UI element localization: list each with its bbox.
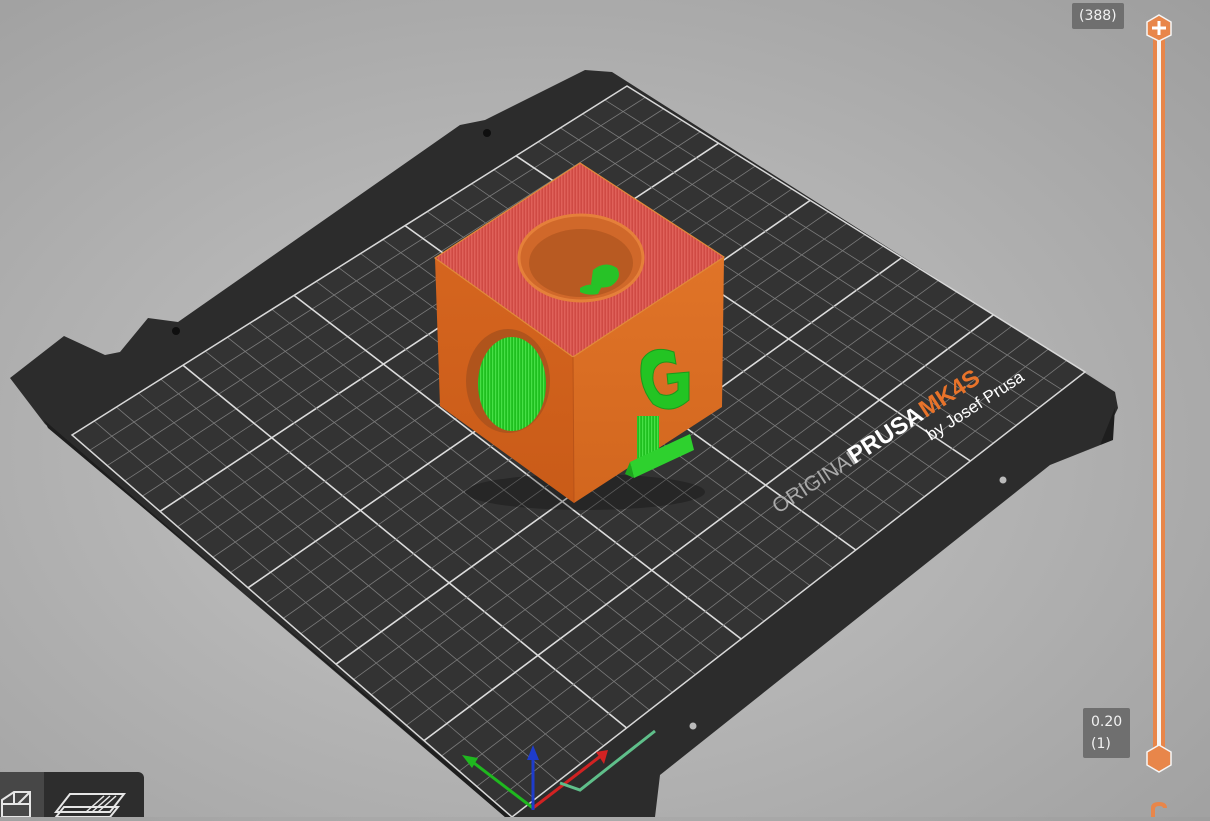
layer-plane-icon <box>53 793 127 818</box>
3d-viewport[interactable]: ORIGINAL PRUSA MK4S by Josef Prusa <box>0 0 1210 817</box>
view-3d-button[interactable] <box>0 772 44 818</box>
top-layer-label: (388) <box>1072 3 1124 29</box>
view-layer-button[interactable] <box>46 772 136 818</box>
bottom-layer-number: (1) <box>1091 736 1111 752</box>
view-toolbar <box>0 772 144 818</box>
cube-icon <box>0 791 31 818</box>
bottom-layer-height: 0.20 <box>1091 714 1123 730</box>
plus-icon[interactable] <box>1145 14 1173 42</box>
bottom-layer-label: 0.20 (1) <box>1083 708 1131 758</box>
cog-icon[interactable] <box>1148 800 1170 817</box>
hexagon-icon[interactable] <box>1145 743 1173 773</box>
layer-slider-track[interactable] <box>1153 28 1165 759</box>
